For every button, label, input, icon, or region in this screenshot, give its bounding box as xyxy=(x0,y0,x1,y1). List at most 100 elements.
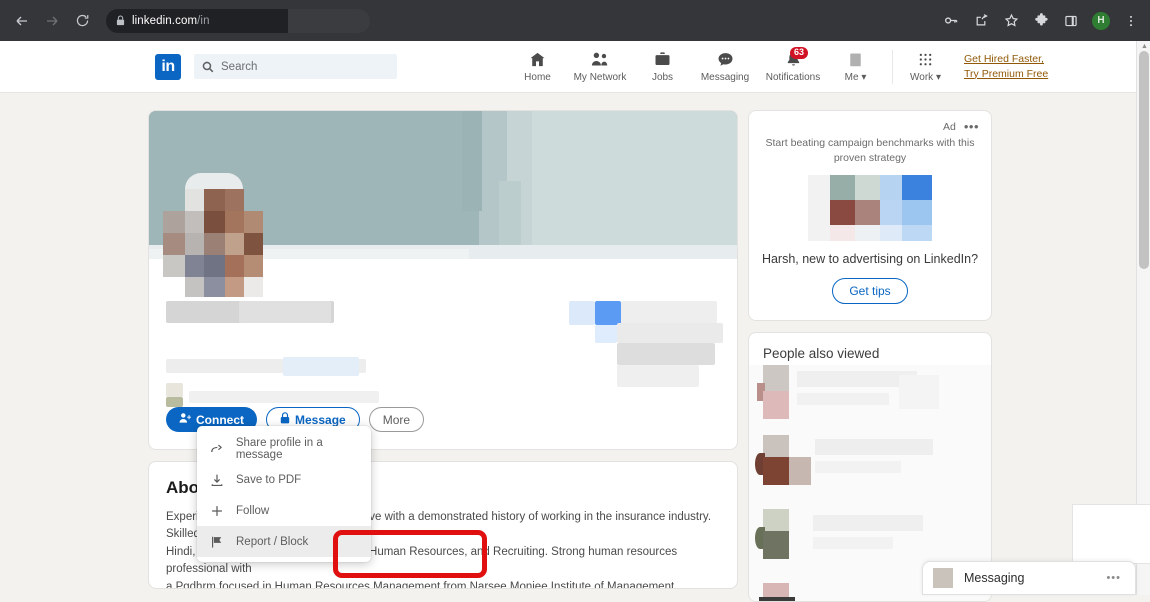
menu-item-follow[interactable]: Follow xyxy=(197,495,371,526)
profile-company-redacted xyxy=(569,301,595,325)
nav-item-messaging[interactable]: Messaging xyxy=(691,50,759,83)
profile-company-redacted-2 xyxy=(595,301,621,325)
profile-headline-redacted-2 xyxy=(283,357,359,376)
address-bar[interactable]: linkedin.com/in xyxy=(106,8,370,33)
back-arrow-icon[interactable] xyxy=(8,7,36,35)
profile-school-redacted-2 xyxy=(617,343,715,365)
menu-item-label: Save to PDF xyxy=(236,473,302,486)
messaging-dock[interactable]: Messaging ••• xyxy=(922,561,1136,595)
grid-icon xyxy=(918,50,933,69)
scrollbar-thumb[interactable] xyxy=(1139,51,1149,269)
get-hired-faster-link[interactable]: Get Hired Faster, xyxy=(964,52,1048,66)
browser-nav-buttons xyxy=(0,7,96,35)
linkedin-navbar: in Search Home My Network Jobs Messaging… xyxy=(0,41,1136,93)
nav-item-label: My Network xyxy=(573,72,627,83)
profile-card: Connect Message More xyxy=(148,110,738,450)
ad-headline: Start beating campaign benchmarks with t… xyxy=(765,137,975,165)
nav-item-home[interactable]: Home xyxy=(509,50,566,83)
browser-toolbar: linkedin.com/in H xyxy=(0,0,1150,41)
linkedin-logo[interactable]: in xyxy=(155,53,181,80)
download-icon xyxy=(209,473,225,487)
nav-item-jobs[interactable]: Jobs xyxy=(634,50,691,83)
messaging-label: Messaging xyxy=(964,571,1025,585)
messaging-options-icon[interactable]: ••• xyxy=(1106,572,1121,584)
people-also-viewed-title: People also viewed xyxy=(763,346,880,362)
message-bubble-icon xyxy=(717,50,734,69)
share-arrow-icon xyxy=(209,442,225,456)
connect-label: Connect xyxy=(196,412,244,427)
search-placeholder: Search xyxy=(221,60,258,73)
page-body: Connect Message More About Experienced H… xyxy=(0,93,1150,602)
extensions-icon[interactable] xyxy=(1028,8,1054,34)
ad-label: Ad xyxy=(943,121,956,133)
profile-location-redacted-2 xyxy=(166,397,183,407)
profile-company-redacted-3 xyxy=(621,301,717,325)
nav-item-label: Messaging xyxy=(700,72,750,83)
address-bar-highlight xyxy=(288,8,370,33)
profile-photo[interactable] xyxy=(163,173,287,297)
ad-header: Ad ••• xyxy=(761,120,979,133)
nav-item-my-network[interactable]: My Network xyxy=(566,50,634,83)
menu-item-share-profile[interactable]: Share profile in a message xyxy=(197,433,371,464)
more-button[interactable]: More xyxy=(368,407,425,432)
kebab-menu-icon[interactable] xyxy=(1118,8,1144,34)
flag-icon xyxy=(209,535,225,549)
menu-item-label: Follow xyxy=(236,504,270,517)
forward-arrow-icon[interactable] xyxy=(38,7,66,35)
person-add-icon xyxy=(179,412,192,427)
scroll-up-arrow-icon[interactable]: ▲ xyxy=(1141,43,1148,50)
ad-options-icon[interactable]: ••• xyxy=(964,120,979,133)
share-icon[interactable] xyxy=(968,8,994,34)
star-icon[interactable] xyxy=(998,8,1024,34)
search-input[interactable]: Search xyxy=(194,54,397,79)
messaging-avatar xyxy=(933,568,953,588)
chevron-down-icon: ▾ xyxy=(935,72,941,83)
nav-item-label: Me ▾ xyxy=(844,72,867,83)
url-path: /in xyxy=(197,14,210,27)
menu-item-save-to-pdf[interactable]: Save to PDF xyxy=(197,464,371,495)
briefcase-icon xyxy=(654,50,671,69)
profile-company-redacted-4 xyxy=(595,325,617,343)
ad-question: Harsh, new to advertising on LinkedIn? xyxy=(761,252,979,267)
try-premium-free-link[interactable]: Try Premium Free xyxy=(964,67,1048,81)
message-label: Message xyxy=(295,412,346,427)
premium-upsell: Get Hired Faster, Try Premium Free xyxy=(964,52,1048,80)
sidebar-column: Ad ••• Start beating campaign benchmarks… xyxy=(748,110,992,602)
avatar-icon xyxy=(848,50,863,69)
profile-school-redacted-3 xyxy=(617,365,699,387)
profile-school-redacted xyxy=(617,323,723,343)
chevron-down-icon: ▾ xyxy=(861,72,867,83)
nav-item-label: Home xyxy=(524,72,551,83)
menu-item-label: Share profile in a message xyxy=(235,436,323,461)
side-panel-icon[interactable] xyxy=(1058,8,1084,34)
plus-icon xyxy=(209,504,225,518)
nav-divider xyxy=(892,49,893,84)
nav-item-notifications[interactable]: 63 Notifications xyxy=(759,47,827,83)
nav-item-me[interactable]: Me ▾ xyxy=(827,50,884,83)
search-icon xyxy=(202,61,214,73)
get-tips-button[interactable]: Get tips xyxy=(832,278,908,305)
about-line: a Pgdhrm focused in Human Resources Mana… xyxy=(166,580,675,589)
nav-item-label: Notifications xyxy=(765,72,821,83)
home-icon xyxy=(529,50,546,69)
profile-connections-redacted xyxy=(189,391,379,403)
browser-toolbar-actions: H xyxy=(938,8,1150,34)
profile-initial: H xyxy=(1092,11,1110,30)
key-icon[interactable] xyxy=(938,8,964,34)
menu-item-label: Report / Block xyxy=(236,535,309,548)
lock-icon xyxy=(280,412,290,427)
avatar[interactable]: H xyxy=(1088,8,1114,34)
ad-image[interactable] xyxy=(808,175,932,242)
url-domain: linkedin.com xyxy=(132,14,198,27)
profile-location-redacted xyxy=(166,383,183,397)
url-text: linkedin.com/in xyxy=(132,15,210,27)
nav-item-work[interactable]: Work ▾ xyxy=(897,50,954,83)
lock-icon xyxy=(116,15,125,26)
profile-name-redacted-2 xyxy=(239,301,331,323)
reload-icon[interactable] xyxy=(68,7,96,35)
messaging-panel-edge xyxy=(1072,504,1150,564)
annotation-highlight-box xyxy=(333,530,487,578)
network-icon xyxy=(591,50,609,69)
notifications-badge: 63 xyxy=(790,47,809,59)
ad-card: Ad ••• Start beating campaign benchmarks… xyxy=(748,110,992,322)
